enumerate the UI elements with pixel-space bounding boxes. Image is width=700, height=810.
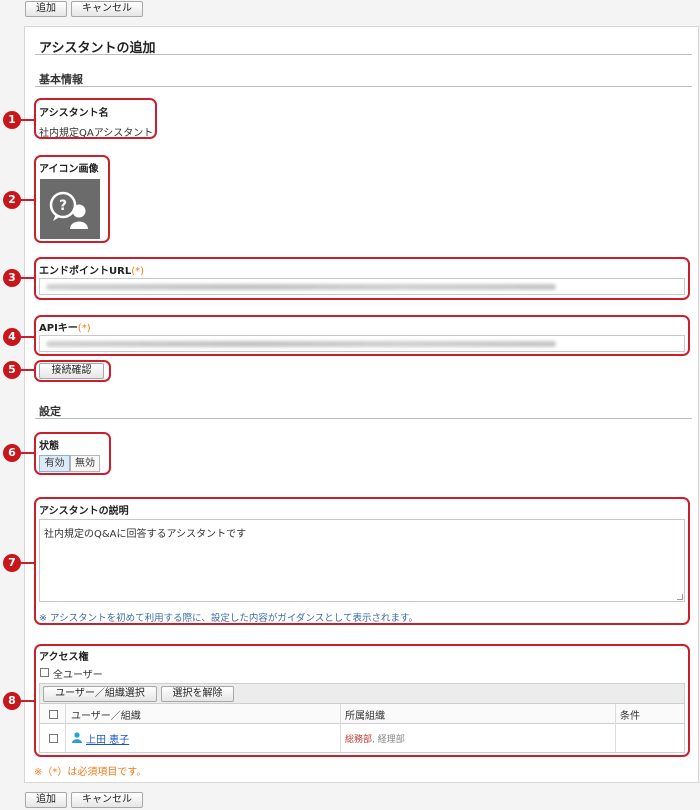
description-note: ※ アシスタントを初めて利用する際に、設定した内容がガイダンスとして表示されます… [39, 613, 419, 624]
callout-8: 8 [3, 692, 21, 710]
icon-image-label: アイコン画像 [39, 164, 99, 175]
column-header-user-org: ユーザー／組織 [71, 711, 141, 722]
all-users-label: 全ユーザー [53, 670, 103, 681]
required-note: ※（*）は必須項目です。 [34, 767, 147, 778]
secondary-org: 経理部 [377, 735, 405, 745]
basic-info-divider [35, 86, 692, 87]
status-enabled-toggle[interactable]: 有効 [39, 455, 70, 472]
callout-2: 2 [3, 191, 21, 209]
resize-handle[interactable] [677, 594, 683, 600]
add-button-bottom[interactable]: 追加 [25, 792, 67, 808]
callout-4: 4 [3, 328, 21, 346]
question-chat-user-icon[interactable]: ? [40, 179, 100, 239]
access-label: アクセス権 [39, 652, 89, 663]
cancel-button-top[interactable]: キャンセル [71, 1, 143, 17]
callout-connector [20, 562, 35, 564]
callout-1: 1 [3, 111, 21, 129]
api-key-input[interactable] [39, 335, 685, 352]
callout-connector [20, 336, 35, 338]
callout-3: 3 [3, 269, 21, 287]
blurred-value [46, 284, 556, 290]
api-key-label: APIキー(*) [39, 323, 91, 334]
blurred-value [46, 341, 556, 347]
organization-cell: 総務部, 経理部 [345, 735, 405, 745]
description-label: アシスタントの説明 [39, 506, 129, 517]
callout-connector [20, 277, 35, 279]
basic-info-heading: 基本情報 [39, 73, 83, 86]
access-table: ユーザー／組織選択 選択を解除 ユーザー／組織 所属組織 条件 上田 恵子 総務… [39, 683, 685, 753]
all-users-checkbox[interactable] [40, 668, 49, 677]
primary-org: 総務部 [345, 735, 373, 745]
select-all-rows-checkbox[interactable] [49, 710, 58, 719]
user-icon [71, 731, 83, 746]
select-user-org-button[interactable]: ユーザー／組織選択 [43, 686, 157, 702]
callout-5: 5 [3, 361, 21, 379]
table-row: 上田 恵子 総務部, 経理部 [40, 725, 684, 752]
clear-selection-button[interactable]: 選択を解除 [161, 686, 234, 702]
required-mark: (*) [77, 323, 91, 334]
row-checkbox[interactable] [49, 734, 58, 743]
callout-connector [20, 199, 35, 201]
status-disabled-toggle[interactable]: 無効 [70, 455, 100, 472]
settings-divider [35, 418, 692, 419]
column-header-condition: 条件 [620, 711, 640, 722]
callout-connector [20, 700, 35, 702]
assistant-name-label: アシスタント名 [39, 108, 109, 119]
assistant-name-value: 社内規定QAアシスタント [39, 128, 154, 139]
callout-7: 7 [3, 554, 21, 572]
title-divider [35, 54, 692, 55]
required-mark: (*) [131, 266, 145, 277]
callout-connector [20, 452, 35, 454]
column-header-organization: 所属組織 [345, 711, 385, 722]
endpoint-url-input[interactable] [39, 278, 685, 295]
description-text: 社内規定のQ&Aに回答するアシスタントです [44, 529, 247, 540]
user-name-link[interactable]: 上田 恵子 [86, 731, 129, 746]
cancel-button-bottom[interactable]: キャンセル [71, 792, 143, 808]
settings-heading: 設定 [39, 405, 61, 418]
endpoint-label: エンドポイントURL(*) [39, 266, 145, 277]
main-panel: アシスタントの追加 基本情報 アシスタント名 社内規定QAアシスタント アイコン… [24, 26, 699, 783]
add-button-top[interactable]: 追加 [25, 1, 67, 17]
description-textarea[interactable]: 社内規定のQ&Aに回答するアシスタントです [39, 519, 685, 602]
callout-connector [20, 369, 35, 371]
connection-check-button[interactable]: 接続確認 [39, 363, 104, 379]
callout-6: 6 [3, 444, 21, 462]
callout-connector [20, 119, 35, 121]
status-label: 状態 [39, 441, 59, 452]
svg-text:?: ? [59, 198, 67, 214]
